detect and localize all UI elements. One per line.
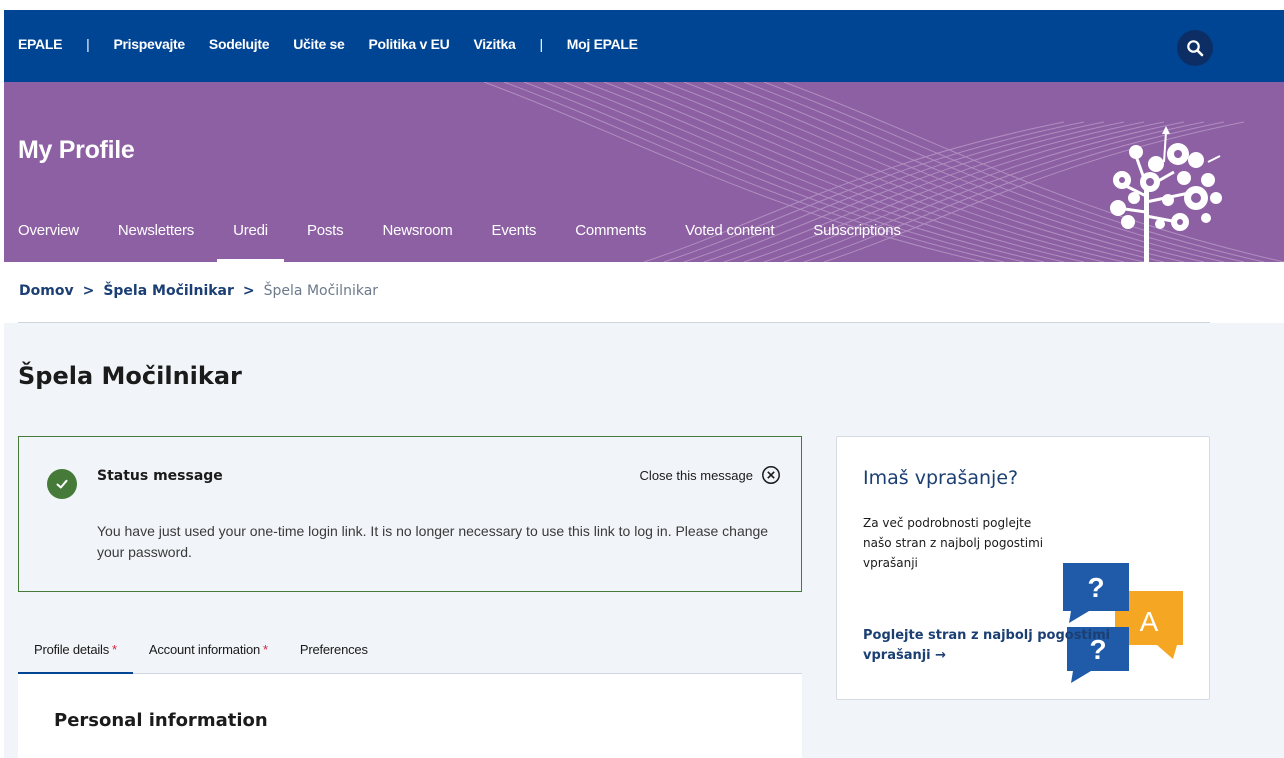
nav-vizitka[interactable]: Vizitka [473,36,515,52]
tab-events[interactable]: Events [492,222,537,262]
svg-text:A: A [1140,606,1159,637]
top-navigation-bar: EPALE | Prispevajte Sodelujte Učite se P… [4,10,1284,82]
profile-tabs: Overview Newsletters Uredi Posts Newsroo… [18,222,940,262]
profile-form-card: Personal information [18,674,802,758]
tab-overview[interactable]: Overview [18,222,79,262]
form-tabs: Profile details * Account information * Pr… [18,628,802,675]
status-message: Status message Close this message You ha… [18,436,802,592]
nav-politika-v-eu[interactable]: Politika v EU [369,36,450,52]
status-text: You have just used your one-time login l… [97,523,769,560]
required-marker: * [112,642,117,657]
epale-tree-logo [1110,126,1222,262]
breadcrumb-current: Špela Močilnikar [263,283,379,299]
tab-label: Profile details [34,642,110,657]
nav-separator: | [539,36,543,52]
search-button[interactable] [1177,30,1213,66]
tab-preferences[interactable]: Preferences [284,628,384,674]
breadcrumb-user-link[interactable]: Špela Močilnikar [103,283,234,299]
svg-text:?: ? [1087,572,1104,603]
question-answer-bubbles: A ? ? [1063,563,1183,683]
nav-moj-epale[interactable]: Moj EPALE [567,36,638,52]
section-title: Personal information [54,710,268,731]
breadcrumb-separator: > [242,283,255,299]
faq-card: Imaš vprašanje? Za več podrobnosti pogle… [836,436,1210,700]
page-title: Špela Močilnikar [18,362,242,390]
tab-newsroom[interactable]: Newsroom [382,222,452,262]
close-message-label: Close this message [639,467,753,483]
nav-ucite-se[interactable]: Učite se [293,36,345,52]
tab-comments[interactable]: Comments [575,222,646,262]
tab-subscriptions[interactable]: Subscriptions [813,222,901,262]
nav-separator: | [86,36,90,52]
search-icon [1187,40,1204,57]
check-icon [56,479,68,489]
status-title: Status message [97,468,223,484]
required-marker: * [263,642,268,657]
breadcrumb-separator: > [82,283,95,299]
top-nav-menu: EPALE | Prispevajte Sodelujte Učite se P… [18,36,662,52]
nav-epale-home[interactable]: EPALE [18,36,62,52]
tab-label: Preferences [299,642,368,657]
faq-page-link[interactable]: Poglejte stran z najbolj pogostimi vpraš… [863,626,1133,666]
nav-sodelujte[interactable]: Sodelujte [209,36,270,52]
tab-profile-details[interactable]: Profile details * [18,628,133,675]
profile-hero-banner: My Profile Overview Newsletters Uredi Po… [4,82,1284,262]
tab-newsletters[interactable]: Newsletters [118,222,194,262]
tab-label: Account information [148,642,260,657]
breadcrumb-home-link[interactable]: Domov [19,283,74,299]
breadcrumb: Domov > Špela Močilnikar > Špela Močilni… [19,283,378,299]
tab-account-information[interactable]: Account information * [133,628,284,674]
tab-voted-content[interactable]: Voted content [685,222,774,262]
tab-uredi[interactable]: Uredi [217,222,284,262]
tab-posts[interactable]: Posts [307,222,344,262]
success-status-icon [47,469,77,499]
page-heading: My Profile [18,136,135,164]
close-message-button[interactable]: Close this message [640,465,781,485]
faq-title: Imaš vprašanje? [863,467,1019,489]
close-circle-icon [762,466,780,484]
faq-description: Za več podrobnosti poglejte našo stran z… [863,516,1044,570]
nav-prispevajte[interactable]: Prispevajte [113,36,185,52]
